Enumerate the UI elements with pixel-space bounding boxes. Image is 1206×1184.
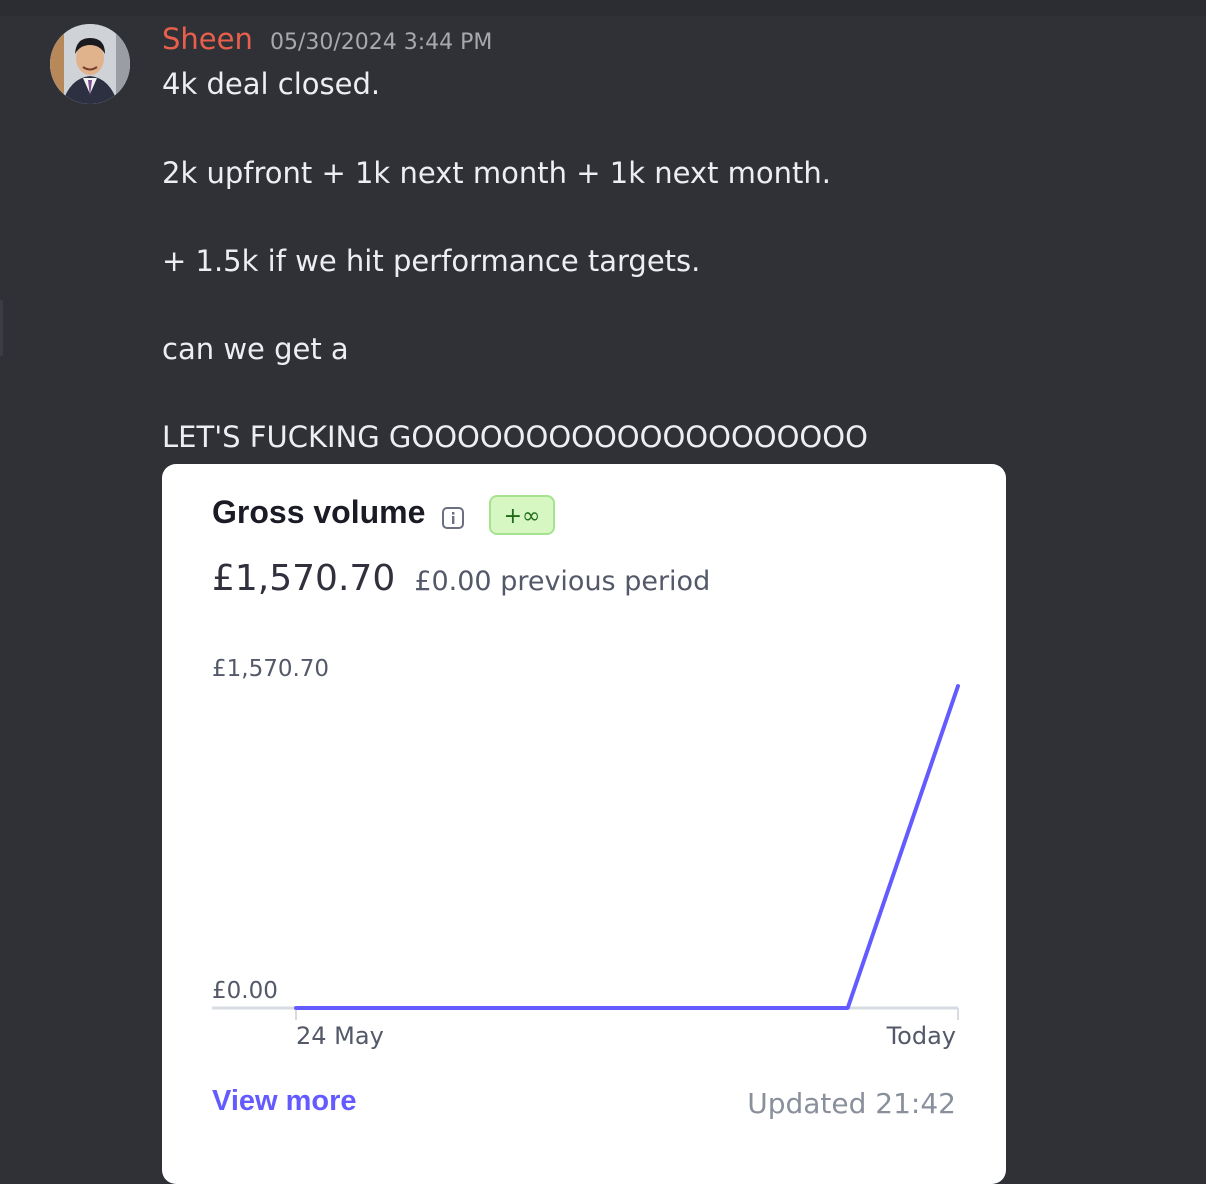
user-avatar[interactable] bbox=[50, 24, 130, 104]
message-timestamp[interactable]: 05/30/2024 3:44 PM bbox=[270, 30, 492, 55]
message-line: 2k upfront + 1k next month + 1k next mon… bbox=[162, 156, 832, 190]
message-header: Sheen 05/30/2024 3:44 PM bbox=[162, 22, 492, 56]
message-line: 4k deal closed. bbox=[162, 67, 381, 101]
scroll-edge bbox=[0, 300, 3, 356]
series-line bbox=[294, 684, 960, 1010]
x-tick-label-end: Today bbox=[886, 1022, 956, 1050]
top-strip bbox=[0, 0, 1206, 16]
view-more-link[interactable]: View more bbox=[212, 1085, 357, 1118]
embedded-chart-card: Gross volume +∞ £1,570.70 £0.00 previous… bbox=[162, 464, 1006, 1184]
line-chart bbox=[212, 684, 960, 1020]
x-tick-label-start: 24 May bbox=[296, 1022, 384, 1050]
author-name[interactable]: Sheen bbox=[162, 22, 253, 56]
updated-time: Updated 21:42 bbox=[747, 1087, 956, 1120]
message-line: LET'S FUCKING GOOOOOOOOOOOOOOOOOOOO bbox=[162, 420, 868, 454]
message-line: can we get a bbox=[162, 332, 349, 366]
message-line: + 1.5k if we hit performance targets. bbox=[162, 244, 701, 278]
